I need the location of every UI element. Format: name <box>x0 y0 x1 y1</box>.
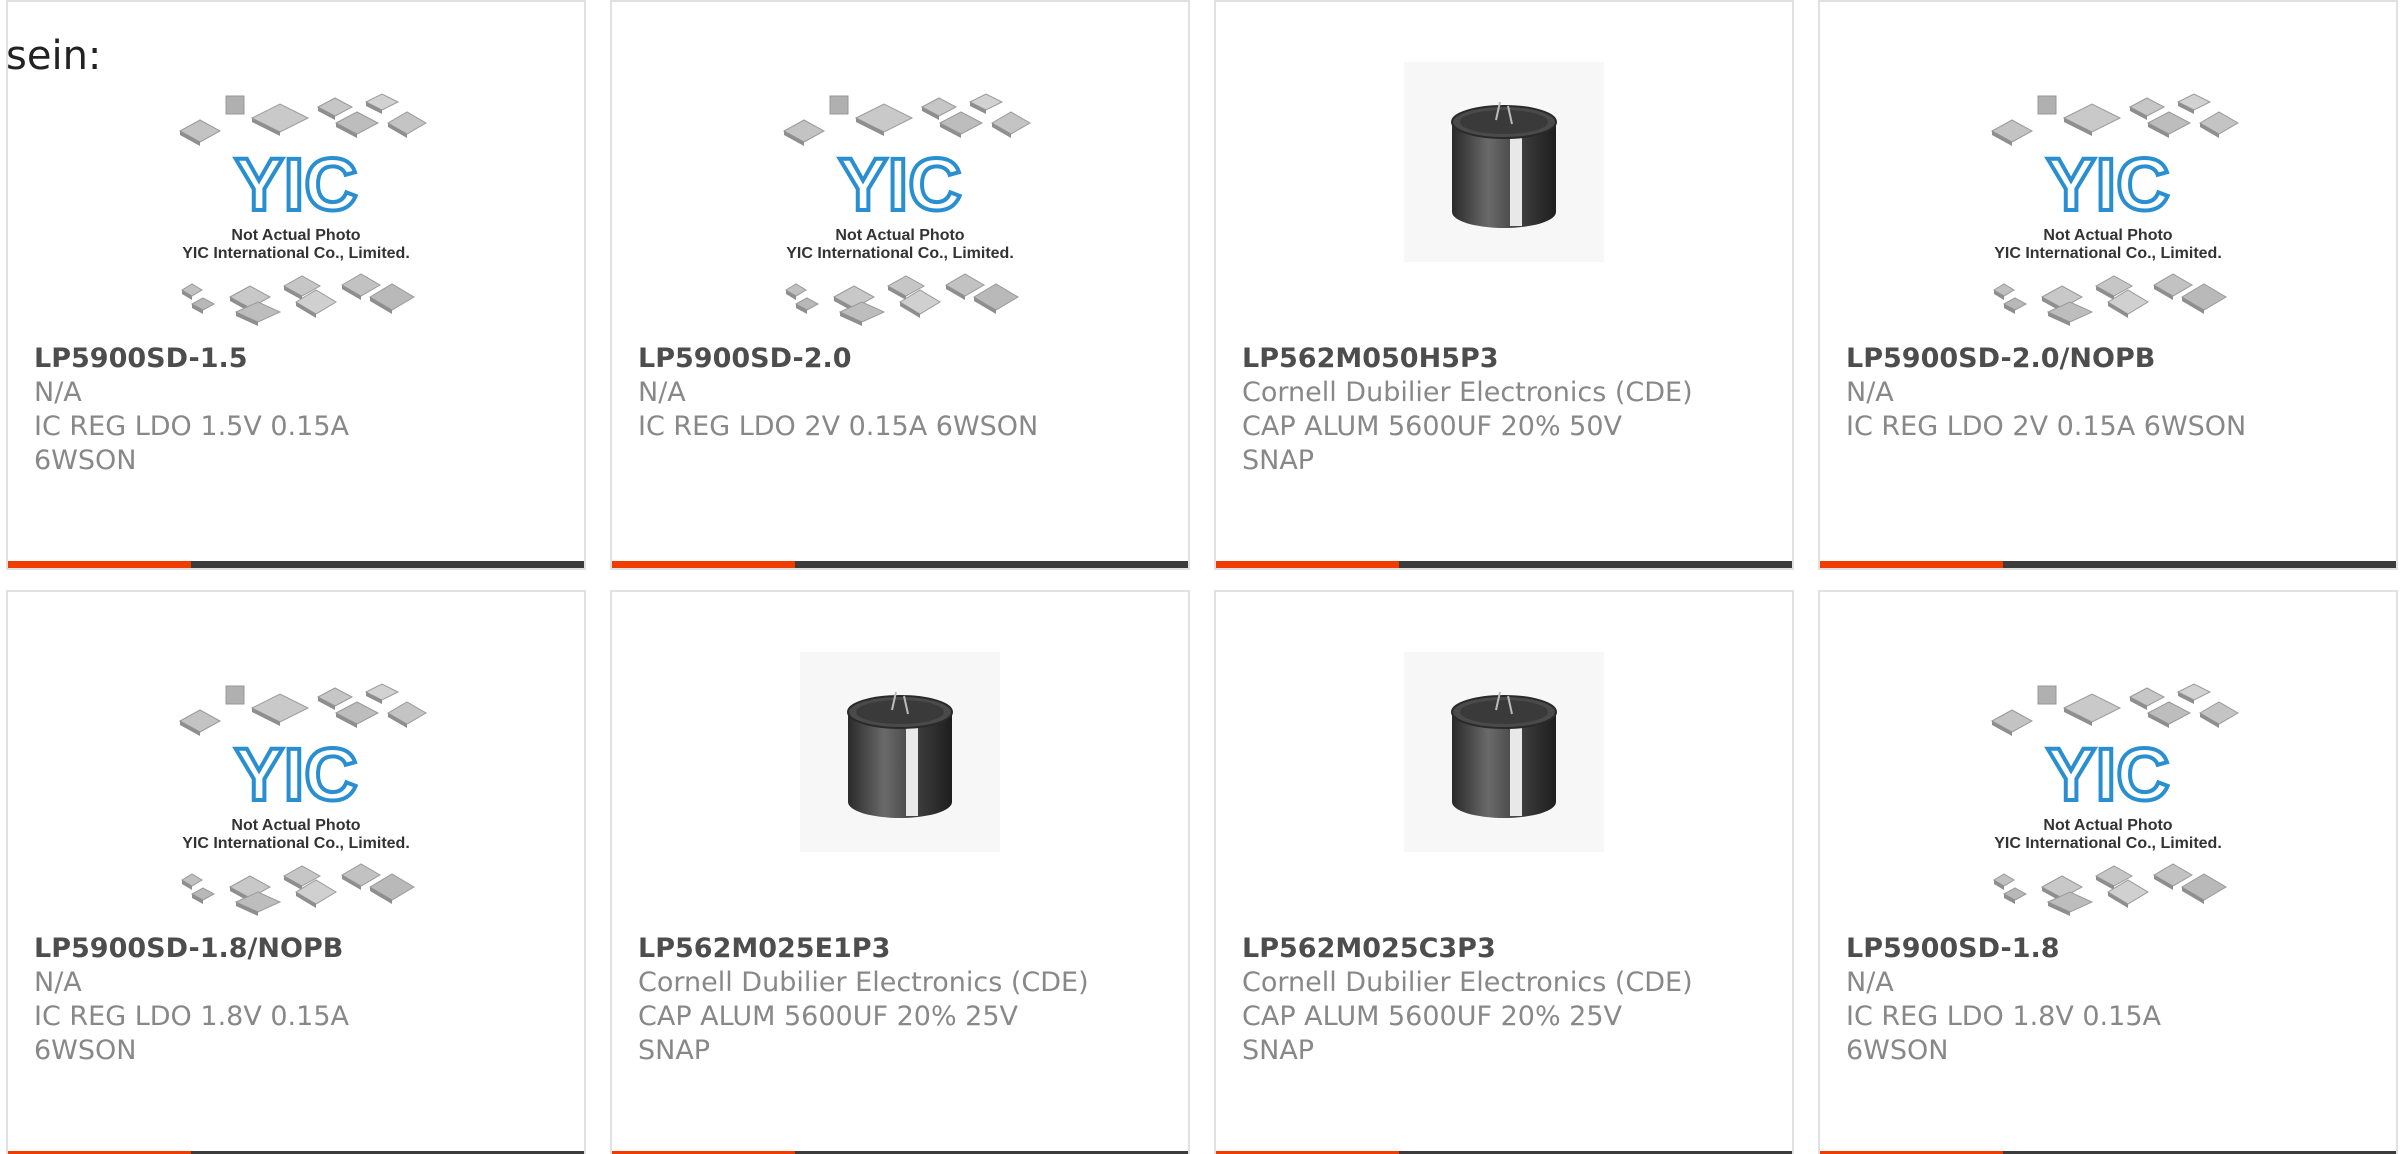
product-manufacturer: N/A <box>34 967 82 998</box>
product-info: LP5900SD-1.8 N/A IC REG LDO 1.8V 0.15A 6… <box>1846 932 2376 1068</box>
card-accent-bar <box>1216 561 1792 568</box>
product-info: LP5900SD-1.5 N/A IC REG LDO 1.5V 0.15A 6… <box>34 342 564 478</box>
product-image[interactable]: YIC Not Actual Photo YIC International Co.… <box>1820 652 2396 922</box>
product-part-number[interactable]: LP5900SD-1.8 <box>1846 932 2376 966</box>
card-accent-segment <box>8 561 191 568</box>
chip-packages-bottom <box>1993 273 2227 326</box>
chip-packages-bottom <box>785 273 1019 326</box>
product-info: LP5900SD-2.0/NOPB N/A IC REG LDO 2V 0.15… <box>1846 342 2376 444</box>
card-accent-bar <box>8 561 584 568</box>
product-card[interactable]: YIC Not Actual Photo YIC International Co.… <box>610 0 1190 570</box>
card-accent-bar <box>612 561 1188 568</box>
capacitor-photo-icon <box>800 652 1000 852</box>
placeholder-caption-line2: YIC International Co., Limited. <box>786 245 1014 262</box>
capacitor-photo-icon <box>1404 62 1604 262</box>
product-manufacturer: N/A <box>34 377 82 408</box>
card-accent-segment <box>1820 561 2003 568</box>
product-part-number[interactable]: LP562M025C3P3 <box>1242 932 1772 966</box>
placeholder-caption-line1: Not Actual Photo <box>2043 227 2172 244</box>
yic-logo: YIC <box>2046 733 2169 816</box>
product-card[interactable]: YIC Not Actual Photo YIC International Co.… <box>6 0 586 570</box>
product-manufacturer: N/A <box>1846 377 1894 408</box>
product-part-number[interactable]: LP5900SD-2.0 <box>638 342 1168 376</box>
placeholder-photo-icon: YICNot Actual PhotoYIC International Co.… <box>1990 93 2239 326</box>
product-card[interactable]: LP562M050H5P3 Cornell Dubilier Electroni… <box>1214 0 1794 570</box>
product-image[interactable] <box>612 652 1188 922</box>
product-image[interactable]: YIC Not Actual Photo YIC International Co.… <box>612 62 1188 332</box>
placeholder-caption-line1: Not Actual Photo <box>2043 817 2172 834</box>
product-card[interactable]: YIC Not Actual Photo YIC International Co.… <box>1818 590 2398 1154</box>
chip-packages-bottom <box>181 273 415 326</box>
product-manufacturer: Cornell Dubilier Electronics (CDE) <box>1242 967 1693 998</box>
placeholder-photo-icon: YICNot Actual PhotoYIC International Co.… <box>178 683 427 916</box>
product-description: CAP ALUM 5600UF 20% 25V SNAP <box>638 1001 1019 1066</box>
yic-logo: YIC <box>234 143 357 226</box>
product-info: LP562M050H5P3 Cornell Dubilier Electroni… <box>1242 342 1772 478</box>
card-accent-bar <box>1820 561 2396 568</box>
placeholder-photo-icon: YICNot Actual PhotoYIC International Co.… <box>178 93 427 326</box>
product-card[interactable]: LP562M025E1P3 Cornell Dubilier Electroni… <box>610 590 1190 1154</box>
product-image[interactable] <box>1216 652 1792 922</box>
product-part-number[interactable]: LP5900SD-1.8/NOPB <box>34 932 564 966</box>
product-image[interactable] <box>1216 62 1792 332</box>
product-description: IC REG LDO 1.8V 0.15A 6WSON <box>1846 1001 2161 1066</box>
product-image[interactable]: YIC Not Actual Photo YIC International Co.… <box>8 62 584 332</box>
placeholder-caption-line1: Not Actual Photo <box>231 227 360 244</box>
card-accent-segment <box>1216 561 1399 568</box>
chip-packages-top <box>782 93 1031 146</box>
product-image[interactable]: YIC Not Actual Photo YIC International Co.… <box>1820 62 2396 332</box>
placeholder-caption-line2: YIC International Co., Limited. <box>1994 245 2222 262</box>
product-part-number[interactable]: LP562M050H5P3 <box>1242 342 1772 376</box>
placeholder-caption-line2: YIC International Co., Limited. <box>182 835 410 852</box>
placeholder-caption-line2: YIC International Co., Limited. <box>182 245 410 262</box>
product-info: LP5900SD-1.8/NOPB N/A IC REG LDO 1.8V 0.… <box>34 932 564 1068</box>
chip-packages-top <box>1990 93 2239 146</box>
product-card[interactable]: YIC Not Actual Photo YIC International Co.… <box>6 590 586 1154</box>
product-grid-page: sein: YIC Not Actual Photo YIC Internation… <box>0 0 2400 1154</box>
product-part-number[interactable]: LP5900SD-2.0/NOPB <box>1846 342 2376 376</box>
product-description: IC REG LDO 2V 0.15A 6WSON <box>1846 411 2247 442</box>
product-manufacturer: N/A <box>638 377 686 408</box>
placeholder-photo-icon: YICNot Actual PhotoYIC International Co.… <box>1990 683 2239 916</box>
placeholder-caption-line2: YIC International Co., Limited. <box>1994 835 2222 852</box>
yic-logo: YIC <box>838 143 961 226</box>
product-card[interactable]: YIC Not Actual Photo YIC International Co.… <box>1818 0 2398 570</box>
product-description: IC REG LDO 1.8V 0.15A 6WSON <box>34 1001 349 1066</box>
product-description: CAP ALUM 5600UF 20% 50V SNAP <box>1242 411 1623 476</box>
product-manufacturer: Cornell Dubilier Electronics (CDE) <box>1242 377 1693 408</box>
card-accent-segment <box>612 561 795 568</box>
chip-packages-bottom <box>1993 863 2227 916</box>
intro-text: sein: <box>6 33 102 79</box>
product-manufacturer: N/A <box>1846 967 1894 998</box>
product-manufacturer: Cornell Dubilier Electronics (CDE) <box>638 967 1089 998</box>
capacitor-photo-icon <box>1404 652 1604 852</box>
product-part-number[interactable]: LP562M025E1P3 <box>638 932 1168 966</box>
product-description: IC REG LDO 1.5V 0.15A 6WSON <box>34 411 349 476</box>
placeholder-photo-icon: YICNot Actual PhotoYIC International Co.… <box>782 93 1031 326</box>
placeholder-caption-line1: Not Actual Photo <box>835 227 964 244</box>
product-description: IC REG LDO 2V 0.15A 6WSON <box>638 411 1039 442</box>
product-info: LP5900SD-2.0 N/A IC REG LDO 2V 0.15A 6WS… <box>638 342 1168 444</box>
yic-logo: YIC <box>2046 143 2169 226</box>
product-card[interactable]: LP562M025C3P3 Cornell Dubilier Electroni… <box>1214 590 1794 1154</box>
chip-packages-top <box>178 683 427 736</box>
product-description: CAP ALUM 5600UF 20% 25V SNAP <box>1242 1001 1623 1066</box>
product-part-number[interactable]: LP5900SD-1.5 <box>34 342 564 376</box>
product-image[interactable]: YIC Not Actual Photo YIC International Co.… <box>8 652 584 922</box>
chip-packages-bottom <box>181 863 415 916</box>
chip-packages-top <box>178 93 427 146</box>
placeholder-caption-line1: Not Actual Photo <box>231 817 360 834</box>
product-info: LP562M025C3P3 Cornell Dubilier Electroni… <box>1242 932 1772 1068</box>
chip-packages-top <box>1990 683 2239 736</box>
product-info: LP562M025E1P3 Cornell Dubilier Electroni… <box>638 932 1168 1068</box>
yic-logo: YIC <box>234 733 357 816</box>
